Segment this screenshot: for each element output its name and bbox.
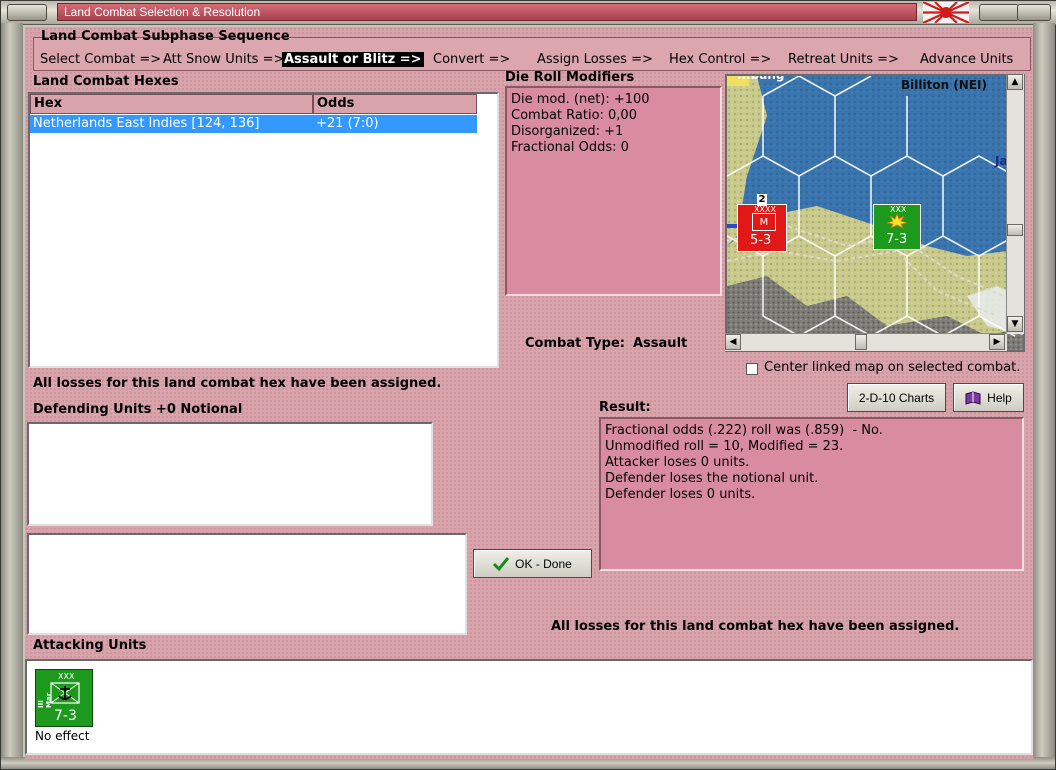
modifier-line: Combat Ratio: 0,00 [511, 108, 637, 123]
book-icon [965, 390, 981, 405]
scroll-thumb[interactable] [855, 334, 867, 350]
step-retreat-units[interactable]: Retreat Units => [786, 52, 901, 67]
step-select-combat[interactable]: Select Combat => [38, 52, 163, 67]
charts-button-label: 2-D-10 Charts [858, 390, 935, 405]
defending-units-list-secondary[interactable] [27, 533, 467, 635]
step-assault-or-blitz[interactable]: Assault or Blitz => [282, 52, 424, 67]
step-assign-losses[interactable]: Assign Losses => [535, 52, 655, 67]
help-button-label: Help [987, 390, 1012, 405]
unit-type-box: M [752, 213, 776, 231]
modifiers-box: Die mod. (net): +100 Combat Ratio: 0,00 … [505, 86, 722, 296]
table-row[interactable]: Netherlands East Indies [124, 136] +21 (… [30, 115, 477, 133]
result-line: Unmodified roll = 10, Modified = 23. [605, 439, 844, 454]
map-label-town: ...bang [737, 74, 785, 82]
explosion-icon [886, 213, 908, 229]
map-label-billiton: Billiton (NEI) [901, 78, 987, 92]
step-hex-control[interactable]: Hex Control => [667, 52, 773, 67]
losses-message-bottom: All losses for this land combat hex have… [551, 619, 960, 634]
stack-count-badge: 2 [757, 194, 767, 206]
scroll-thumb[interactable] [1007, 224, 1023, 236]
left-frame [1, 23, 23, 759]
hexes-heading: Land Combat Hexes [33, 74, 179, 89]
center-map-label[interactable]: Center linked map on selected combat. [764, 360, 1020, 375]
enemy-unit-counter[interactable]: M XXXX 5-3 [737, 204, 787, 252]
subphase-heading: Land Combat Subphase Sequence [41, 29, 290, 44]
unit-strength: 7-3 [54, 708, 77, 724]
attacking-unit-counter[interactable]: XXX III Mar 7-3 [35, 669, 93, 727]
attacking-heading: Attacking Units [33, 638, 147, 653]
content-panel: Land Combat Subphase Sequence Select Com… [25, 27, 1033, 759]
window-title: Land Combat Selection & Resolution [64, 5, 261, 19]
minimize-button[interactable] [979, 4, 1019, 21]
odds-cell: +21 (7:0) [316, 116, 379, 131]
result-line: Defender loses the notional unit. [605, 471, 819, 486]
system-menu-button[interactable] [7, 4, 47, 21]
ok-done-button[interactable]: OK - Done [473, 549, 592, 578]
defending-heading: Defending Units +0 Notional [33, 402, 243, 417]
right-frame [1033, 23, 1055, 759]
result-line: Attacker loses 0 units. [605, 455, 750, 470]
combat-window: Land Combat Selection & Resolution Land … [0, 0, 1056, 770]
unit-status: No effect [35, 729, 90, 743]
step-advance-units[interactable]: Advance Units [918, 52, 1015, 67]
defending-units-list[interactable] [27, 422, 433, 526]
hex-cell: Netherlands East Indies [124, 136] [33, 116, 260, 131]
scroll-right-icon[interactable]: ▶ [989, 334, 1005, 350]
title-strip: Land Combat Selection & Resolution [57, 3, 917, 21]
odds-column-header[interactable]: Odds [313, 94, 477, 114]
center-map-checkbox[interactable] [746, 363, 758, 375]
friendly-unit-counter[interactable]: XXX 7-3 [873, 204, 921, 250]
charts-button[interactable]: 2-D-10 Charts [847, 383, 946, 412]
map-horizontal-scrollbar[interactable]: ◀ ▶ [725, 333, 1007, 351]
result-box: Fractional odds (.222) roll was (.859) -… [599, 417, 1024, 571]
japan-flag-icon [923, 2, 969, 23]
scroll-left-icon[interactable]: ◀ [725, 334, 741, 350]
modifier-line: Disorganized: +1 [511, 124, 624, 139]
result-heading: Result: [599, 400, 651, 415]
close-button[interactable] [1017, 4, 1051, 21]
modifiers-heading: Die Roll Modifiers [505, 70, 635, 85]
combat-type-value: Assault [633, 336, 688, 351]
map-vertical-scrollbar[interactable]: ▲ ▼ [1006, 74, 1024, 334]
help-button[interactable]: Help [953, 383, 1024, 412]
modifier-line: Fractional Odds: 0 [511, 140, 629, 155]
step-att-snow-units[interactable]: Att Snow Units => [161, 52, 286, 67]
unit-size: XXXX [754, 205, 776, 214]
result-line: Fractional odds (.222) roll was (.859) -… [605, 423, 883, 438]
unit-strength: 5-3 [750, 233, 772, 248]
modifier-line: Die mod. (net): +100 [511, 92, 650, 107]
marine-anchor-icon [50, 682, 80, 704]
result-line: Defender loses 0 units. [605, 487, 756, 502]
checkmark-icon [493, 556, 510, 571]
unit-size: XXX [58, 672, 75, 681]
combat-type-label: Combat Type: [525, 336, 625, 351]
losses-message-top: All losses for this land combat hex have… [33, 376, 442, 391]
hex-column-header[interactable]: Hex [30, 94, 313, 114]
step-convert[interactable]: Convert => [431, 52, 512, 67]
attacking-units-list[interactable]: XXX III Mar 7-3 No effect [25, 659, 1033, 755]
hexes-list[interactable]: Hex Odds Netherlands East Indies [124, 1… [28, 92, 499, 368]
ok-button-label: OK - Done [515, 556, 572, 571]
linked-map[interactable]: ...bang Billiton (NEI) Ja M XXXX 5-3 2 X… [725, 74, 1025, 352]
scroll-down-icon[interactable]: ▼ [1007, 316, 1023, 332]
scroll-up-icon[interactable]: ▲ [1007, 74, 1023, 90]
unit-label: III Mar [37, 692, 53, 708]
title-bar: Land Combat Selection & Resolution [1, 1, 1056, 25]
unit-strength: 7-3 [886, 232, 908, 247]
